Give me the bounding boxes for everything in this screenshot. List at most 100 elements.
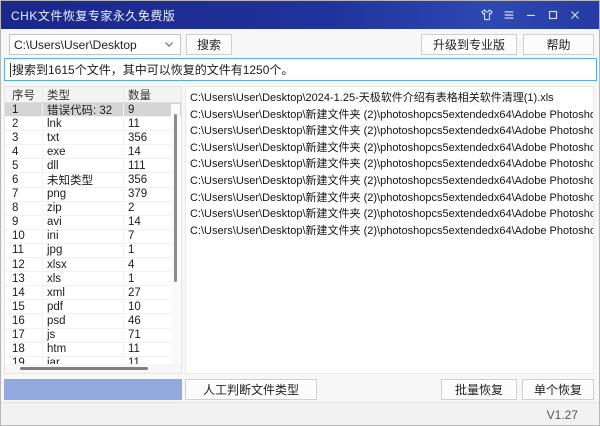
table-row[interactable]: 10ini7	[5, 230, 181, 244]
file-path-item[interactable]: C:\Users\User\Desktop\新建文件夹 (2)\photosho…	[190, 156, 593, 173]
file-path-item[interactable]: C:\Users\User\Desktop\新建文件夹 (2)\photosho…	[190, 190, 593, 207]
row-count: 111	[124, 160, 169, 172]
table-row[interactable]: 16psd46	[5, 314, 181, 328]
row-index: 19	[5, 357, 43, 364]
table-row[interactable]: 17js71	[5, 329, 181, 343]
row-count: 9	[124, 104, 169, 116]
row-count: 27	[124, 287, 169, 299]
table-row[interactable]: 18htm11	[5, 343, 181, 357]
chevron-down-icon[interactable]	[164, 41, 176, 48]
table-header: 序号 类型 数量	[5, 87, 181, 103]
row-index: 17	[5, 329, 43, 342]
row-count: 14	[124, 216, 169, 228]
row-type: js	[43, 329, 124, 342]
row-index: 12	[5, 258, 43, 271]
file-type-table: 序号 类型 数量 1错误代码: 3292lnk113txt3564exe145d…	[4, 86, 182, 374]
file-path-item[interactable]: C:\Users\User\Desktop\新建文件夹 (2)\photosho…	[190, 140, 593, 157]
table-row[interactable]: 1错误代码: 329	[5, 103, 181, 117]
row-type: xlsx	[43, 258, 124, 271]
status-bar: V1.27	[1, 402, 599, 426]
table-row[interactable]: 5dll111	[5, 159, 181, 173]
table-row[interactable]: 19jar11	[5, 357, 181, 364]
table-row[interactable]: 15pdf10	[5, 300, 181, 314]
row-type: xls	[43, 272, 124, 285]
table-row[interactable]: 2lnk11	[5, 117, 181, 131]
maximize-button[interactable]	[544, 7, 561, 24]
menu-icon[interactable]	[500, 7, 517, 24]
titlebar-controls	[478, 7, 599, 24]
skin-icon[interactable]	[478, 7, 495, 24]
header-index[interactable]: 序号	[5, 87, 43, 103]
row-count: 1	[124, 273, 169, 285]
file-path-item[interactable]: C:\Users\User\Desktop\新建文件夹 (2)\photosho…	[190, 206, 593, 223]
close-button[interactable]	[566, 7, 583, 24]
row-index: 14	[5, 286, 43, 299]
file-path-item[interactable]: C:\Users\User\Desktop\新建文件夹 (2)\photosho…	[190, 107, 593, 124]
row-index: 18	[5, 343, 43, 356]
toolbar: C:\Users\User\Desktop 搜索 升级到专业版 帮助	[1, 34, 599, 55]
table-row[interactable]: 3txt356	[5, 131, 181, 145]
row-count: 356	[124, 132, 169, 144]
file-path-item[interactable]: C:\Users\User\Desktop\新建文件夹 (2)\photosho…	[190, 123, 593, 140]
version-label: V1.27	[547, 408, 578, 422]
row-index: 6	[5, 173, 43, 186]
file-path-item[interactable]: C:\Users\User\Desktop\新建文件夹 (2)\photosho…	[190, 223, 593, 240]
row-index: 15	[5, 300, 43, 313]
manual-judge-button[interactable]: 人工判断文件类型	[185, 379, 317, 400]
table-row[interactable]: 13xls1	[5, 272, 181, 286]
row-count: 14	[124, 146, 169, 158]
row-count: 7	[124, 230, 169, 242]
row-index: 5	[5, 159, 43, 172]
row-type: avi	[43, 216, 124, 229]
search-button[interactable]: 搜索	[186, 34, 232, 55]
row-count: 46	[124, 315, 169, 327]
table-row[interactable]: 12xlsx4	[5, 258, 181, 272]
single-recover-button[interactable]: 单个恢复	[522, 379, 594, 400]
row-index: 7	[5, 188, 43, 201]
row-count: 2	[124, 202, 169, 214]
row-type: htm	[43, 343, 124, 356]
row-type: pdf	[43, 300, 124, 313]
vertical-scrollbar[interactable]	[171, 104, 180, 364]
table-row[interactable]: 4exe14	[5, 145, 181, 159]
vertical-scrollbar-thumb[interactable]	[174, 114, 177, 282]
row-type: psd	[43, 314, 124, 327]
row-type: 错误代码: 32	[43, 103, 124, 116]
titlebar[interactable]: CHK文件恢复专家永久免费版	[1, 1, 599, 29]
header-type[interactable]: 类型	[43, 87, 124, 103]
upgrade-to-pro-button[interactable]: 升级到专业版	[421, 34, 517, 55]
row-index: 13	[5, 272, 43, 285]
file-path-list: C:\Users\User\Desktop\2024-1.25-天极软件介绍有表…	[185, 86, 594, 374]
table-row[interactable]: 11jpg1	[5, 244, 181, 258]
text-caret	[10, 63, 11, 77]
row-type: png	[43, 188, 124, 201]
help-button[interactable]: 帮助	[523, 34, 594, 55]
row-type: jpg	[43, 244, 124, 257]
table-row[interactable]: 7png379	[5, 188, 181, 202]
row-type: xml	[43, 286, 124, 299]
row-index: 4	[5, 145, 43, 158]
file-path-item[interactable]: C:\Users\User\Desktop\新建文件夹 (2)\photosho…	[190, 173, 593, 190]
table-row[interactable]: 14xml27	[5, 286, 181, 300]
search-result-message[interactable]: 搜索到1615个文件，其中可以恢复的文件有1250个。	[4, 58, 597, 81]
row-type: 未知类型	[43, 173, 124, 186]
batch-recover-button[interactable]: 批量恢复	[441, 379, 517, 400]
row-count: 10	[124, 301, 169, 313]
header-count[interactable]: 数量	[124, 87, 169, 103]
file-path-item[interactable]: C:\Users\User\Desktop\2024-1.25-天极软件介绍有表…	[190, 90, 593, 107]
path-combobox[interactable]: C:\Users\User\Desktop	[9, 34, 181, 55]
row-index: 9	[5, 216, 43, 229]
row-count: 11	[124, 357, 169, 364]
minimize-button[interactable]	[522, 7, 539, 24]
table-row[interactable]: 6未知类型356	[5, 173, 181, 187]
horizontal-scrollbar[interactable]	[5, 364, 181, 373]
row-type: jar	[43, 357, 124, 364]
progress-bar	[4, 379, 182, 400]
row-type: exe	[43, 145, 124, 158]
row-count: 11	[124, 118, 169, 130]
table-row[interactable]: 9avi14	[5, 216, 181, 230]
row-count: 356	[124, 174, 169, 186]
table-row[interactable]: 8zip2	[5, 202, 181, 216]
row-type: ini	[43, 230, 124, 243]
horizontal-scrollbar-thumb[interactable]	[20, 367, 148, 370]
